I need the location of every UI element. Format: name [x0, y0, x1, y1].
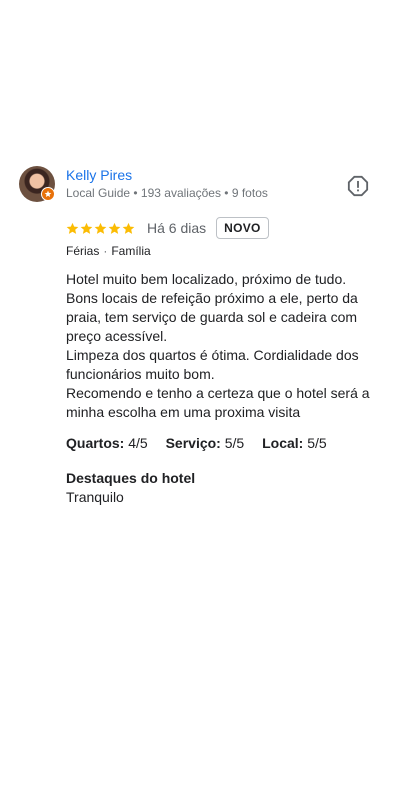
- review-text-line: Recomendo e tenho a certeza que o hotel …: [66, 385, 370, 420]
- tag-trip-type: Férias: [66, 244, 100, 258]
- author-name[interactable]: Kelly Pires: [66, 167, 132, 183]
- report-icon[interactable]: [347, 175, 369, 197]
- star-icon: [108, 222, 121, 234]
- star-icon: [122, 222, 135, 234]
- review-text-line: Hotel muito bem localizado, próximo de t…: [66, 271, 347, 287]
- subrating-value: 4/5: [128, 435, 148, 451]
- author-meta: Local Guide • 193 avaliações • 9 fotos: [66, 186, 268, 200]
- star-rating: [66, 222, 135, 235]
- trip-tags: Férias · Família: [66, 244, 151, 258]
- star-icon: [80, 222, 93, 234]
- highlights-value: Tranquilo: [66, 489, 124, 505]
- local-guide-badge-icon: [41, 187, 55, 201]
- new-badge: NOVO: [216, 217, 269, 239]
- subrating-location: Local: 5/5: [262, 435, 327, 451]
- star-icon: [94, 222, 107, 234]
- tag-travel-group: Família: [111, 244, 151, 258]
- highlights-title: Destaques do hotel: [66, 470, 196, 486]
- subrating-service: Serviço: 5/5: [166, 435, 245, 451]
- review-text-line: Limpeza dos quartos é ótima. Cordialidad…: [66, 347, 359, 382]
- star-icon: [66, 222, 79, 234]
- rating-row: Há 6 dias NOVO: [66, 216, 269, 240]
- subrating-label: Quartos:: [66, 435, 125, 451]
- review-date: Há 6 dias: [147, 220, 207, 236]
- tag-separator: ·: [103, 244, 108, 258]
- subratings: Quartos: 4/5 Serviço: 5/5 Local: 5/5: [66, 435, 341, 451]
- subrating-label: Serviço:: [165, 435, 221, 451]
- subrating-value: 5/5: [307, 435, 327, 451]
- subrating-label: Local:: [262, 435, 304, 451]
- subrating-value: 5/5: [224, 435, 245, 451]
- subrating-rooms: Quartos: 4/5: [66, 435, 148, 451]
- review-card: Kelly Pires Local Guide • 193 avaliações…: [0, 0, 400, 800]
- review-text: Hotel muito bem localizado, próximo de t…: [66, 270, 376, 422]
- review-text-line: Bons locais de refeição próximo a ele, p…: [66, 290, 358, 344]
